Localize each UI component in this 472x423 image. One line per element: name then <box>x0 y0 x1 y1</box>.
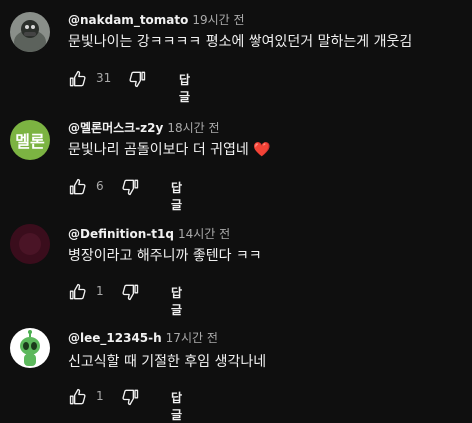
thumbs-down-icon <box>129 71 146 88</box>
heart-emoji: ❤️ <box>253 142 271 158</box>
comment: 멜론 @멜론머스크-z2y 18시간 전 문빛나리 곰돌이보다 더 귀엽네 ❤️ … <box>0 118 472 212</box>
reply-button[interactable]: 답글 <box>179 71 190 105</box>
comment: @nakdam_tomato 19시간 전 문빛나이는 강ㅋㅋㅋㅋ 평소에 쌓여있… <box>0 10 472 104</box>
comment-time[interactable]: 19시간 전 <box>192 13 244 27</box>
author-name[interactable]: @Definition-t1q <box>68 227 174 241</box>
comment-text: 문빛나이는 강ㅋㅋㅋㅋ 평소에 쌓여있던거 말하는게 개웃김 <box>68 34 413 50</box>
avatar[interactable] <box>10 328 50 368</box>
like-button[interactable] <box>68 282 88 302</box>
reply-button[interactable]: 답글 <box>171 284 182 318</box>
comment-header: @멜론머스크-z2y 18시간 전 <box>68 120 220 136</box>
comment-header: @lee_12345-h 17시간 전 <box>68 330 218 346</box>
comment-time[interactable]: 17시간 전 <box>166 331 218 345</box>
comment-header: @Definition-t1q 14시간 전 <box>68 226 230 242</box>
dislike-button[interactable] <box>120 387 140 407</box>
reply-button[interactable]: 답글 <box>171 389 182 423</box>
comment-text: 신고식할 때 기절한 후임 생각나네 <box>68 354 267 370</box>
author-name[interactable]: @lee_12345-h <box>68 331 162 345</box>
like-count: 1 <box>96 284 104 298</box>
thumbs-down-icon <box>122 284 139 301</box>
dislike-button[interactable] <box>120 282 140 302</box>
like-count: 31 <box>96 71 112 85</box>
comment-text: 병장이라고 해주니까 좋텐다 ㅋㅋ <box>68 248 262 264</box>
dislike-button[interactable] <box>127 69 147 89</box>
avatar-initials: 멜론 <box>15 132 45 151</box>
comment-time[interactable]: 14시간 전 <box>178 227 230 241</box>
comment: @lee_12345-h 17시간 전 신고식할 때 기절한 후임 생각나네 1 … <box>0 326 472 422</box>
comment-text: 문빛나리 곰돌이보다 더 귀엽네 <box>68 142 249 158</box>
thumbs-down-icon <box>122 179 139 196</box>
comment-header: @nakdam_tomato 19시간 전 <box>68 12 245 28</box>
avatar[interactable]: 멜론 <box>10 120 50 160</box>
thumbs-up-icon <box>69 283 86 300</box>
alien-avatar-icon <box>10 328 50 368</box>
like-count: 1 <box>96 389 104 403</box>
dislike-button[interactable] <box>120 177 140 197</box>
photo-avatar-icon <box>10 12 50 52</box>
dark-avatar-icon <box>10 224 50 264</box>
like-button[interactable] <box>68 177 88 197</box>
like-button[interactable] <box>68 69 88 89</box>
like-button[interactable] <box>68 387 88 407</box>
comment-time[interactable]: 18시간 전 <box>167 121 219 135</box>
avatar[interactable] <box>10 12 50 52</box>
author-name[interactable]: @멜론머스크-z2y <box>68 121 163 135</box>
like-count: 6 <box>96 179 104 193</box>
author-name[interactable]: @nakdam_tomato <box>68 13 188 27</box>
avatar[interactable] <box>10 224 50 264</box>
thumbs-up-icon <box>69 178 86 195</box>
thumbs-up-icon <box>69 70 86 87</box>
comment: @Definition-t1q 14시간 전 병장이라고 해주니까 좋텐다 ㅋㅋ … <box>0 222 472 317</box>
reply-button[interactable]: 답글 <box>171 179 182 213</box>
thumbs-up-icon <box>69 388 86 405</box>
comment-text-row: 문빛나리 곰돌이보다 더 귀엽네 ❤️ <box>68 140 271 160</box>
thumbs-down-icon <box>122 389 139 406</box>
